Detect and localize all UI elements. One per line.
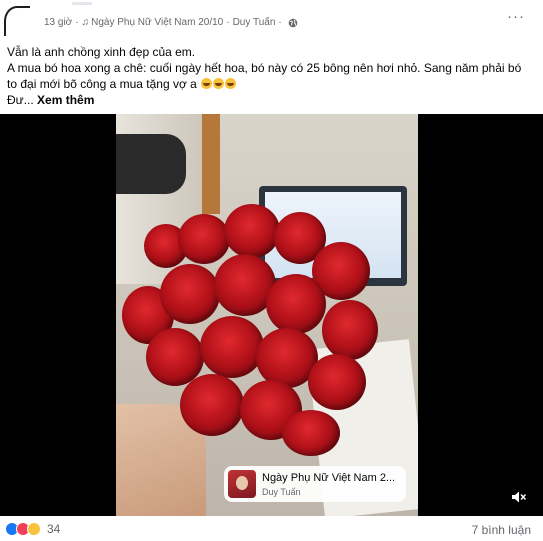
reaction-count[interactable]: 34	[47, 522, 60, 536]
post-header: 13 giờ · ♫ Ngày Phụ Nữ Việt Nam 20/10 · …	[0, 0, 543, 40]
caption-line: Vẫn là anh chồng xinh đẹp của em.	[7, 45, 196, 59]
post-caption: Vẫn là anh chồng xinh đẹp của em. A mua …	[7, 44, 537, 108]
reactions-summary[interactable]: 34	[5, 522, 60, 536]
laughing-emoji-icon	[201, 78, 213, 89]
rose	[224, 204, 280, 258]
comment-count-link[interactable]: 7 bình luận	[472, 523, 531, 537]
post-media[interactable]	[0, 114, 543, 516]
caption-line: to đại mới bõ công a mua tặng vợ a	[7, 76, 537, 92]
audio-artist: Duy Tuấn	[262, 487, 301, 497]
rose	[160, 264, 220, 324]
meta-separator: ·	[278, 17, 282, 28]
rose-bouquet-photo[interactable]	[116, 114, 418, 516]
meta-separator: ·	[75, 17, 79, 28]
caption-truncated: Đư...	[7, 93, 34, 107]
author-name[interactable]	[72, 2, 92, 5]
post-meta: 13 giờ · ♫ Ngày Phụ Nữ Việt Nam 20/10 · …	[44, 17, 298, 28]
see-more-link[interactable]: Xem thêm	[37, 93, 94, 107]
music-artist[interactable]: Duy Tuấn	[233, 17, 276, 28]
laughing-emoji-icon	[225, 78, 237, 89]
meta-separator: ·	[226, 17, 230, 28]
audio-title: Ngày Phụ Nữ Việt Nam 2...	[262, 472, 396, 484]
globe-icon[interactable]	[288, 18, 298, 28]
post-footer: 34 7 bình luận	[0, 518, 543, 541]
music-note-icon: ♫	[81, 17, 90, 28]
audio-thumbnail	[228, 470, 256, 498]
photo-background	[202, 114, 220, 214]
rose	[200, 316, 264, 378]
rose	[282, 410, 340, 456]
author-avatar[interactable]	[4, 6, 30, 36]
rose	[322, 300, 378, 360]
rose	[180, 374, 244, 436]
haha-icon	[27, 522, 41, 536]
caption-line: Đư... Xem thêm	[7, 92, 537, 108]
rose	[266, 274, 326, 334]
photo-background	[116, 134, 186, 194]
mute-icon[interactable]	[511, 490, 527, 504]
caption-text: to đại mới bõ công a mua tặng vợ a	[7, 77, 197, 91]
rose	[178, 214, 230, 264]
audio-attribution-card[interactable]: Ngày Phụ Nữ Việt Nam 2... Duy Tuấn	[224, 466, 406, 502]
more-options-button[interactable]: ···	[507, 8, 525, 25]
music-label[interactable]: Ngày Phụ Nữ Việt Nam 20/10	[91, 17, 223, 28]
post-time[interactable]: 13 giờ	[44, 17, 72, 28]
rose	[308, 354, 366, 410]
laughing-emoji-icon	[213, 78, 225, 89]
caption-line: A mua bó hoa xong a chê: cuối ngày hết h…	[7, 61, 522, 75]
